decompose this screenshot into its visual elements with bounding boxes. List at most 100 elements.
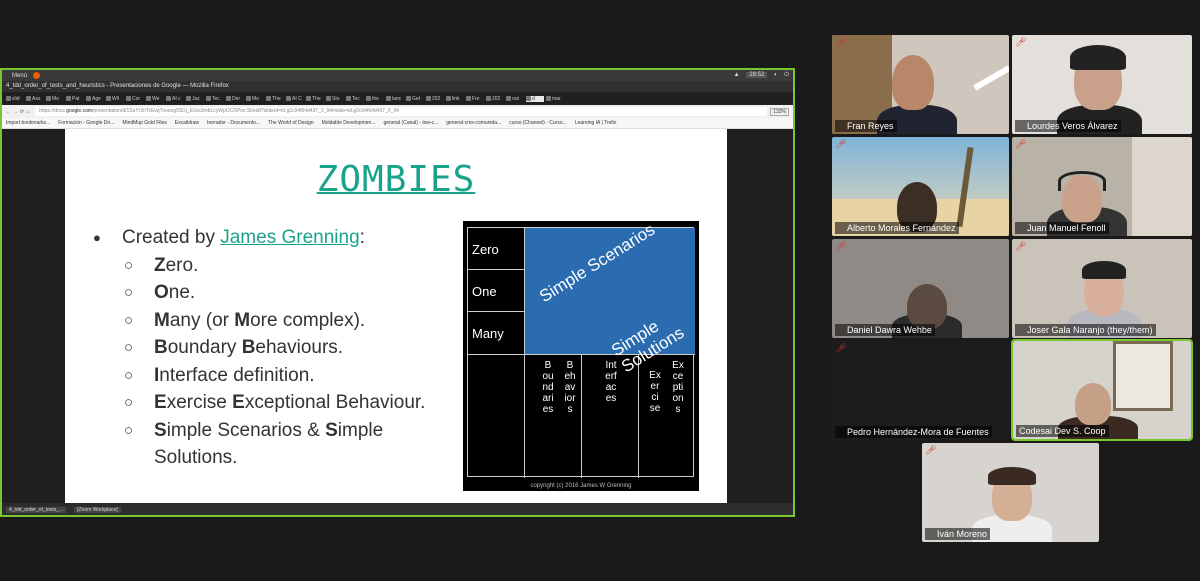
participant-tile[interactable]: 🎤︎ Alberto Morales Fernández [832,137,1009,236]
bookmark-item[interactable]: Formación - Google Dri... [58,120,114,126]
browser-tab[interactable]: Jaz [186,96,204,102]
browser-tab[interactable]: lanc [386,96,404,102]
participant-tile[interactable]: 🎤︎ Pedro Hernández-Mora de Fuentes [832,341,1009,440]
browser-tab[interactable]: The [306,96,324,102]
menu-button[interactable]: Menú [12,73,27,79]
zombies-item: Zero. [93,252,425,280]
browser-tab[interactable]: The [266,96,284,102]
browser-tab[interactable]: Wil [106,96,124,102]
james-grenning-link[interactable]: James Grenning [220,227,359,248]
bookmark-item[interactable]: general-cms-comunida... [446,120,501,126]
clock: 28:52 [746,72,768,78]
url-bar: ←→⟳⌂ https://docs.google.com/presentatio… [2,105,793,118]
muted-mic-icon: 🎤︎ [1015,139,1027,149]
muted-mic-icon: 🎤︎ [835,37,847,47]
browser-tab[interactable]: Ass [26,96,44,102]
firefox-icon[interactable] [33,72,41,79]
participant-name: Fran Reyes [835,120,897,132]
browser-tab[interactable]: Pat [66,96,84,102]
browser-tab[interactable]: 202 [426,96,444,102]
bookmark-item[interactable]: general (Canal) - tsw-c... [383,120,438,126]
browser-tab[interactable]: Mo [46,96,64,102]
participant-tile[interactable]: 🎤︎ Fran Reyes [832,35,1009,134]
participant-name: Pedro Hernández-Mora de Fuentes [835,426,992,438]
browser-tab[interactable]: AI c [166,96,184,102]
browser-tab[interactable]: AI C [286,96,304,102]
scrollbar-handle[interactable] [793,302,795,320]
window-title: 4_tdd_order_of_tests_and_heuristics - Pr… [2,81,793,92]
slide: ZOMBIES Created by James Grenning: Zero.… [65,129,727,503]
volume-icon[interactable]: ◐ [774,72,778,78]
presentation-area: ZOMBIES Created by James Grenning: Zero.… [2,129,793,503]
browser-tab[interactable]: Fre [466,96,484,102]
browser-tab[interactable]: Sto [326,96,344,102]
power-icon[interactable]: ⏻ [784,72,789,79]
browser-tab[interactable]: the [366,96,384,102]
participant-tile[interactable]: 🎤︎ Lourdes Veros Álvarez [1012,35,1192,134]
diagram-many: Many [472,326,504,341]
bookmark-item[interactable]: The World of Design [268,120,313,126]
browser-tab[interactable]: Cor [126,96,144,102]
bullet-continuation: Solutions. [154,447,238,468]
zombies-item: Simple Scenarios & Simple [93,417,425,445]
browser-tab[interactable]: Tec [346,96,364,102]
browser-tab[interactable]: d [526,95,544,102]
browser-tab[interactable]: We [146,96,164,102]
bookmark-item[interactable]: borrador - Documento... [207,120,260,126]
bookmark-item[interactable]: Learning IA | Trello [575,120,617,126]
network-icon[interactable]: ▲ [734,72,740,78]
taskbar-item[interactable]: [Zoom Workplace] [74,507,121,513]
participant-tile[interactable]: 🎤︎ Joser Gala Naranjo (they/them) [1012,239,1192,338]
diagram-exceptions: Exceptions [672,360,684,415]
muted-mic-icon: 🎤︎ [1015,241,1027,251]
zoom-window: Menú ▲ 28:52 ◐ ⏻ 4_tdd_order_of_tests_an… [0,0,1200,581]
muted-mic-icon: 🎤︎ [1015,37,1027,47]
system-tray: ▲ 28:52 ◐ ⏻ [729,72,789,79]
participant-tile[interactable]: 🎤︎ Daniel Dawra Wehbe [832,239,1009,338]
participant-name: Iván Moreno [925,528,991,540]
participant-name: Juan Manuel Fenoll [1015,222,1109,234]
zombies-item: Many (or More complex). [93,307,425,335]
bullet-created-by: Created by James Grenning: [93,224,425,252]
diagram-zero: Zero [472,242,499,257]
participant-tile[interactable]: 🎤︎ Iván Moreno [922,443,1099,542]
url-field[interactable]: https://docs.google.com/presentation/d/1… [35,107,768,116]
nav-arrows-icon[interactable]: ←→⟳⌂ [6,109,31,115]
browser-tab[interactable]: Tec [206,96,224,102]
diagram-one: One [472,284,497,299]
zombies-item: One. [93,279,425,307]
browser-tab[interactable]: slid [6,96,24,102]
bookmark-item[interactable]: curso (Channel) - Curso... [509,120,567,126]
participant-name: Joser Gala Naranjo (they/them) [1015,324,1156,336]
browser-tab[interactable]: Mo [246,96,264,102]
desktop-panel: Menú ▲ 28:52 ◐ ⏻ [2,70,793,81]
diagram-exercise: Exercise [649,370,661,414]
browser-tab[interactable]: Der [226,96,244,102]
zoom-level[interactable]: 133% [770,107,789,116]
browser-tab[interactable]: mar [546,96,564,102]
shared-screen[interactable]: Menú ▲ 28:52 ◐ ⏻ 4_tdd_order_of_tests_an… [0,68,795,517]
taskbar: 4_tdd_order_of_tests_... [Zoom Workplace] [2,505,793,515]
participant-name: Alberto Morales Fernández [835,222,959,234]
bookmark-item[interactable]: Excalidraw [175,120,199,126]
bookmarks-bar: Import bookmarks... Formación - Google Dr… [2,118,793,129]
muted-mic-icon: 🎤︎ [835,139,847,149]
participant-tile[interactable]: 🎤︎ Juan Manuel Fenoll [1012,137,1192,236]
browser-tab[interactable]: link [446,96,464,102]
browser-tab[interactable]: 202 [486,96,504,102]
bookmark-item[interactable]: MindMup Gold Files [122,120,166,126]
bookmark-item[interactable]: Moldable Developmen... [322,120,376,126]
participant-tile-active-speaker[interactable]: Codesai Dev S. Coop [1011,339,1193,441]
browser-tab[interactable]: Age [86,96,104,102]
zombies-item: Boundary Behaviours. [93,334,425,362]
browser-tab[interactable]: Get [406,96,424,102]
taskbar-item[interactable]: 4_tdd_order_of_tests_... [6,507,67,513]
muted-mic-icon: 🎤︎ [835,241,847,251]
browser-tab[interactable]: out [506,96,524,102]
diagram-copyright: copyright (c) 2016 James W Grenning [530,483,632,489]
muted-mic-icon: 🎤︎ [835,343,847,353]
bookmark-item[interactable]: Import bookmarks... [6,120,50,126]
diagram-behaviors: Behaviors [564,360,576,415]
bullet-list: Created by James Grenning: Zero.One.Many… [93,224,425,472]
slide-title: ZOMBIES [316,159,476,200]
